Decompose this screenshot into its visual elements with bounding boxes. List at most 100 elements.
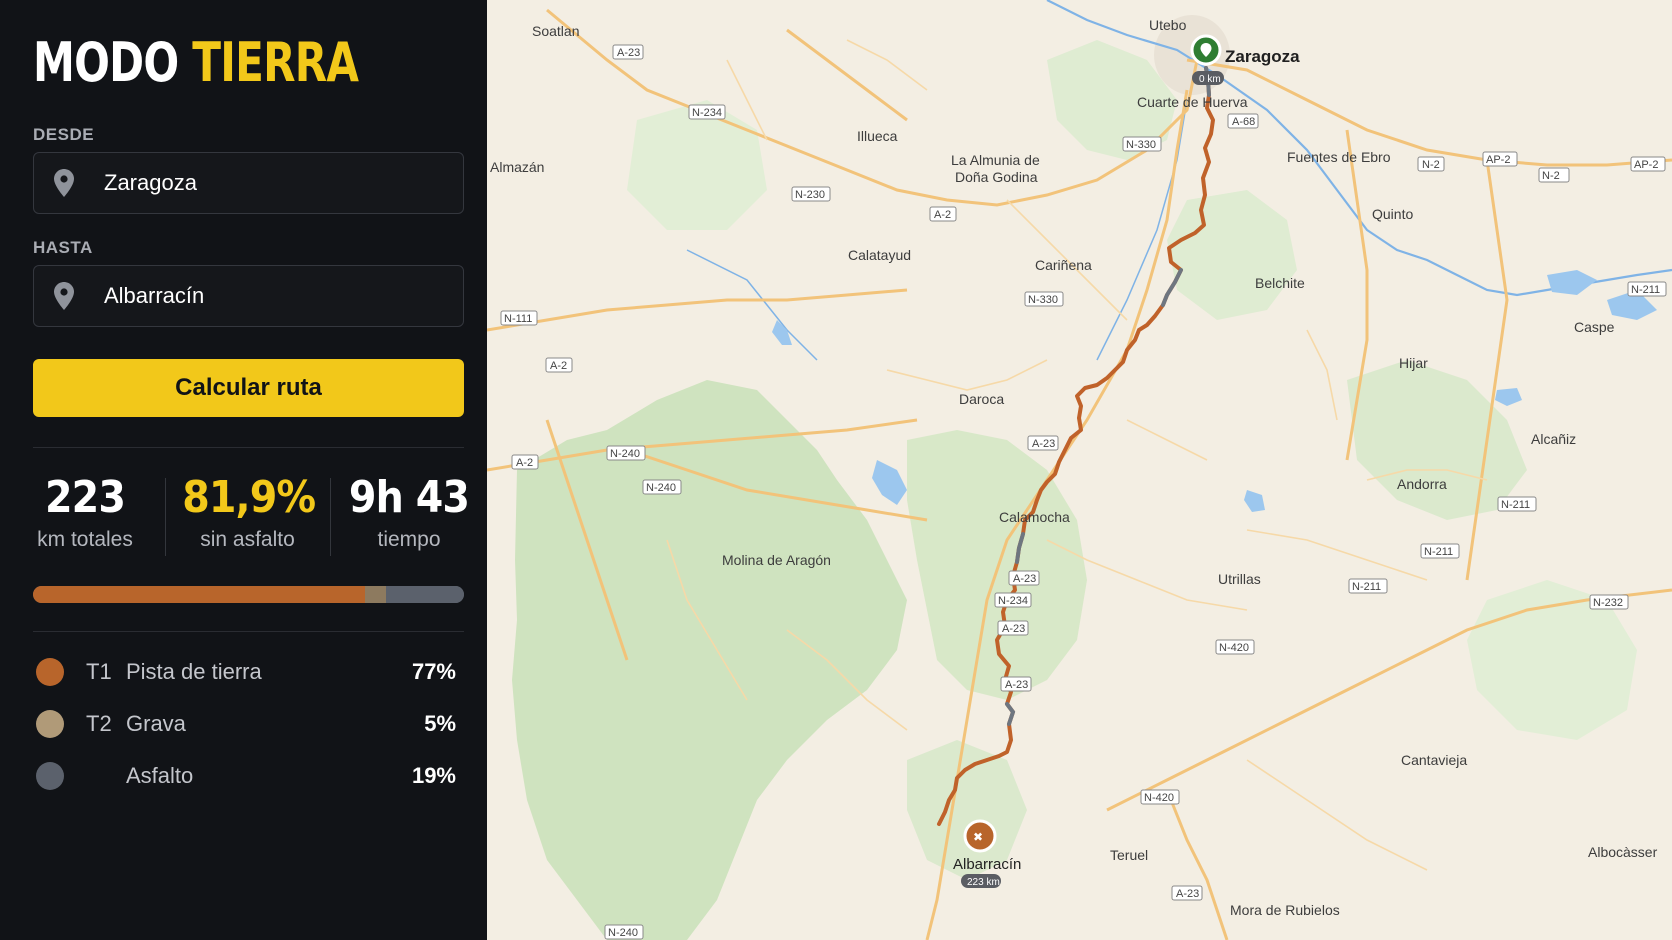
- stat-distance: 223 km totales: [20, 470, 150, 552]
- place-label: Caspe: [1574, 319, 1615, 335]
- place-label: Cuarte de Huerva: [1137, 94, 1248, 110]
- map-canvas[interactable]: A-23 N-234 N-230 A-2 N-330 A-68 N-2 AP-2…: [487, 0, 1672, 940]
- legend-swatch: [36, 762, 64, 790]
- svg-text:N-330: N-330: [1126, 139, 1156, 151]
- stat-time-value: 9h 43: [348, 472, 470, 523]
- from-label: DESDE: [33, 125, 95, 144]
- road-label: A-23: [1027, 435, 1059, 451]
- stat-separator: [330, 478, 331, 556]
- road-label: N-240: [604, 924, 644, 940]
- place-label: Utrillas: [1218, 571, 1261, 587]
- to-input[interactable]: [104, 283, 434, 309]
- road-label: N-330: [1122, 136, 1162, 152]
- svg-text:A-68: A-68: [1232, 116, 1255, 128]
- svg-text:223 km: 223 km: [967, 877, 1000, 888]
- lake: [1495, 388, 1522, 406]
- svg-text:N-111: N-111: [504, 313, 532, 325]
- legend-item: T2 Grava 5%: [33, 706, 456, 742]
- road-label: N-211: [1348, 578, 1388, 594]
- place-label: Belchite: [1255, 275, 1305, 291]
- legend-percent: 5%: [424, 711, 456, 736]
- start-marker[interactable]: Zaragoza 0 km: [1190, 34, 1300, 85]
- road-label: N-420: [1215, 639, 1255, 655]
- place-label: Doña Godina: [955, 169, 1038, 185]
- svg-text:A-23: A-23: [1013, 573, 1036, 585]
- place-label: Hijar: [1399, 355, 1428, 371]
- place-label: Almazán: [490, 159, 544, 175]
- road-label: A-23: [612, 44, 644, 60]
- forest-area: [512, 380, 907, 940]
- road-label: A-2: [929, 206, 957, 222]
- stat-time: 9h 43 tiempo: [340, 470, 478, 552]
- svg-text:AP-2: AP-2: [1634, 159, 1658, 171]
- road-label: A-2: [511, 454, 539, 470]
- place-label: Utebo: [1149, 17, 1187, 33]
- place-label: Quinto: [1372, 206, 1413, 222]
- start-label: Zaragoza: [1225, 47, 1300, 66]
- stat-distance-value: 223: [45, 472, 126, 523]
- flag-icon: ✖: [973, 830, 983, 844]
- legend-percent: 19%: [411, 763, 456, 788]
- to-label: HASTA: [33, 238, 93, 257]
- from-input[interactable]: [104, 170, 434, 196]
- svg-text:AP-2: AP-2: [1486, 154, 1510, 166]
- road-label: A-23: [1000, 676, 1032, 692]
- surface-progress-bar: [33, 586, 464, 603]
- lake: [1244, 490, 1265, 512]
- place-label: Calatayud: [848, 247, 911, 263]
- svg-text:A-23: A-23: [617, 47, 640, 59]
- svg-text:N-240: N-240: [608, 927, 638, 939]
- place-label: Cantavieja: [1401, 752, 1467, 768]
- map-pin-icon: [54, 169, 74, 197]
- road-label: N-211: [1420, 543, 1460, 559]
- svg-text:A-2: A-2: [516, 457, 533, 469]
- stat-distance-label: km totales: [37, 528, 133, 551]
- svg-text:A-23: A-23: [1176, 888, 1199, 900]
- place-label: Mora de Rubielos: [1230, 902, 1340, 918]
- road-label: N-234: [994, 592, 1032, 608]
- start-km-badge: 0 km: [1192, 71, 1224, 85]
- road-label: A-23: [997, 620, 1029, 636]
- bar-segment-t2: [364, 586, 387, 603]
- road-label: AP-2: [1630, 156, 1666, 172]
- svg-text:A-2: A-2: [550, 360, 567, 372]
- place-label: Molina de Aragón: [722, 552, 831, 568]
- legend-percent: 77%: [411, 659, 456, 684]
- road-label: N-240: [642, 479, 682, 495]
- from-field[interactable]: [33, 152, 464, 214]
- forest-area: [1347, 360, 1527, 520]
- svg-text:A-23: A-23: [1032, 438, 1055, 450]
- logo-word-1: MODO: [33, 31, 179, 94]
- road-label: N-232: [1589, 594, 1629, 610]
- svg-text:N-211: N-211: [1631, 284, 1660, 296]
- end-label: Albarracín: [953, 856, 1021, 873]
- place-label: Calamocha: [999, 509, 1070, 525]
- legend-code: T1: [86, 659, 112, 684]
- svg-text:N-234: N-234: [998, 595, 1028, 607]
- road-label: N-211: [1627, 281, 1667, 297]
- to-field[interactable]: [33, 265, 464, 327]
- river: [686, 249, 818, 361]
- divider: [33, 631, 464, 632]
- svg-text:N-234: N-234: [692, 107, 722, 119]
- forest-area: [907, 430, 1087, 700]
- route-map[interactable]: A-23 N-234 N-230 A-2 N-330 A-68 N-2 AP-2…: [487, 0, 1672, 940]
- svg-text:N-420: N-420: [1219, 642, 1249, 654]
- lake: [1547, 270, 1597, 295]
- svg-text:0 km: 0 km: [1199, 74, 1221, 85]
- svg-text:N-2: N-2: [1422, 159, 1440, 171]
- calculate-route-button[interactable]: Calcular ruta: [33, 359, 464, 417]
- route-asphalt-segment: [1005, 702, 1016, 726]
- road-label: AP-2: [1482, 151, 1518, 167]
- stat-unpaved: 81,9% sin asfalto: [175, 470, 320, 552]
- bar-segment-t1: [33, 586, 365, 603]
- divider: [33, 447, 464, 448]
- road-label: N-420: [1140, 789, 1180, 805]
- road-label: N-234: [688, 104, 726, 120]
- road-label: A-23: [1171, 885, 1203, 901]
- svg-text:N-211: N-211: [1501, 499, 1530, 511]
- place-label: Daroca: [959, 391, 1004, 407]
- svg-text:N-330: N-330: [1028, 294, 1058, 306]
- svg-text:N-232: N-232: [1593, 597, 1623, 609]
- road-label: N-240: [606, 445, 646, 461]
